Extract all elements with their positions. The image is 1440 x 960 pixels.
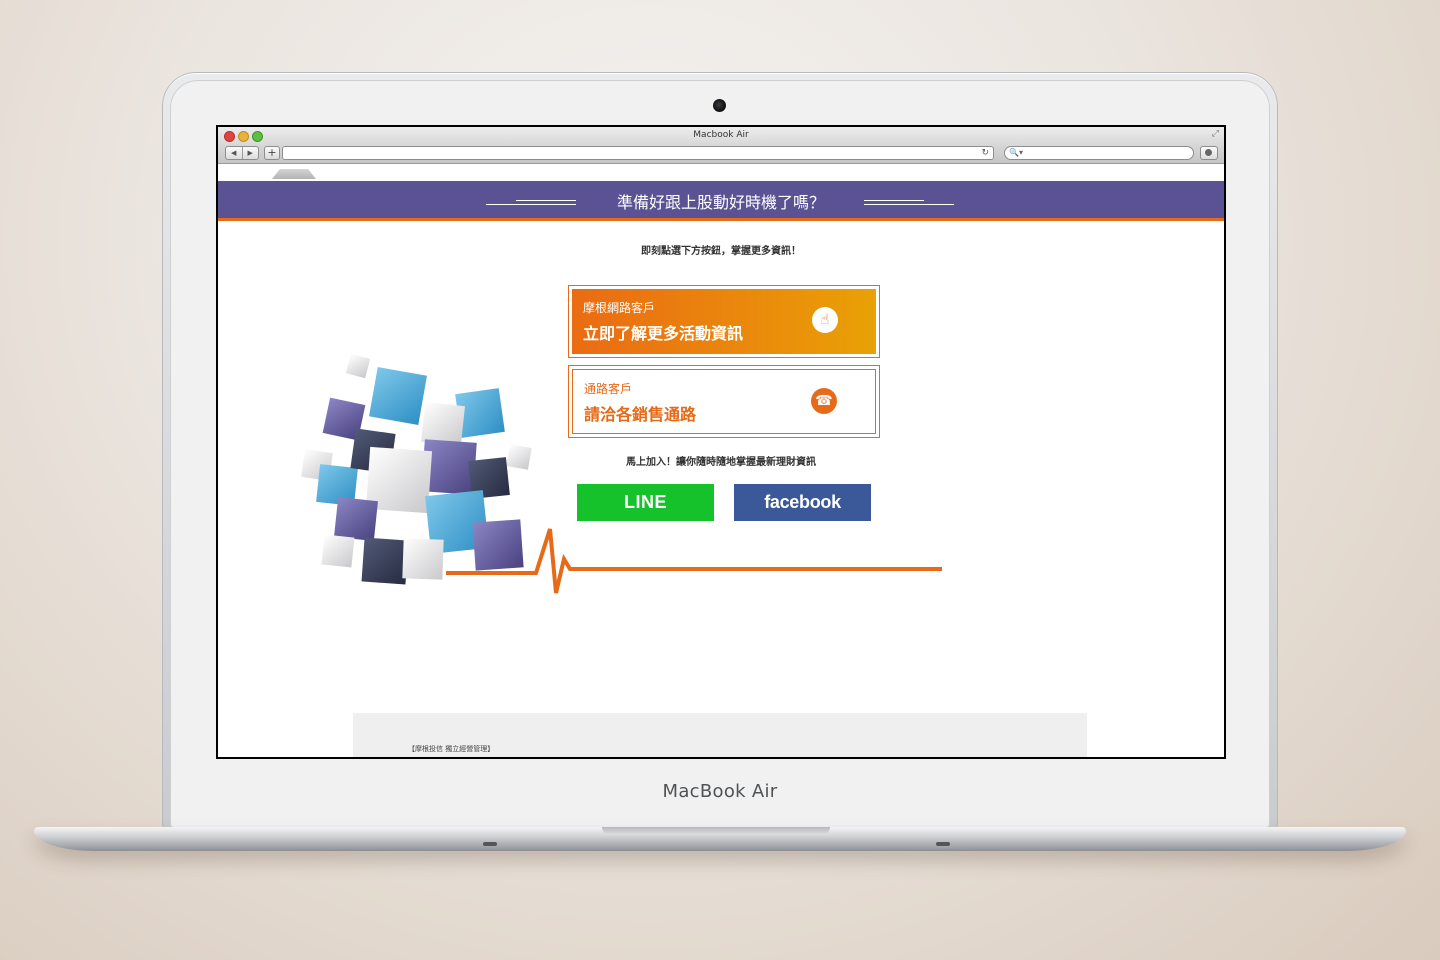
webcam-icon [713,99,726,112]
history-nav: ◀ ▶ [225,146,259,160]
downloads-button[interactable] [1200,146,1218,160]
card-caption: 通路客戶 [584,382,633,396]
reload-icon[interactable]: ↻ [981,147,989,159]
facebook-button[interactable]: facebook [734,484,871,521]
card-headline: 立即了解更多活動資訊 [583,324,744,343]
laptop-screen: Macbook Air ⤢ ◀ ▶ + ↻ 🔍▾ 準備好跟上股動好時機了嗎？ 即… [216,125,1226,759]
search-input[interactable]: 🔍▾ [1004,146,1194,160]
pointer-hand-icon: ☝ [812,307,838,333]
card-caption: 摩根網路客戶 [583,301,656,315]
laptop-brand-label: MacBook Air [662,781,778,802]
search-icon: 🔍▾ [1009,148,1023,157]
card-background: 摩根網路客戶 立即了解更多活動資訊 ☝ [572,289,876,354]
url-input[interactable]: ↻ [282,146,994,160]
window-title: Macbook Air [693,130,749,140]
page-content: 即刻點選下方按鈕，掌握更多資訊！ 摩根網路客戶 立即了解更多活動資訊 ☝ 通路客… [218,221,1224,757]
browser-titlebar: Macbook Air ⤢ ◀ ▶ + ↻ 🔍▾ [218,127,1224,164]
online-customer-card[interactable]: 摩根網路客戶 立即了解更多活動資訊 ☝ [568,285,880,358]
channel-customer-card[interactable]: 通路客戶 請洽各銷售通路 ☎ [568,365,880,438]
page-title: 準備好跟上股動好時機了嗎？ [616,193,825,212]
tab-indicator[interactable] [272,169,316,179]
fullscreen-icon[interactable]: ⤢ [1212,129,1219,139]
telephone-icon: ☎ [811,388,837,414]
back-icon[interactable]: ◀ [226,147,243,159]
lid-notch [602,827,830,835]
card-headline: 請洽各銷售通路 [584,405,697,424]
join-text: 馬上加入！讓你隨時隨地掌握最新理財資訊 [626,457,816,468]
page-footer: 【摩根投信 獨立經營管理】 [353,713,1087,757]
new-tab-button[interactable]: + [264,146,280,160]
browser-window: Macbook Air ⤢ ◀ ▶ + ↻ 🔍▾ 準備好跟上股動好時機了嗎？ 即… [218,127,1224,757]
tab-strip [218,164,1224,181]
laptop-foot [936,842,950,846]
page-banner: 準備好跟上股動好時機了嗎？ [218,181,1224,221]
line-button[interactable]: LINE [577,484,714,521]
cube-cluster [301,353,532,585]
laptop-foot [483,842,497,846]
footer-text: 【摩根投信 獨立經營管理】 [408,745,495,753]
card-background: 通路客戶 請洽各銷售通路 ☎ [572,369,876,434]
forward-icon[interactable]: ▶ [243,147,259,159]
